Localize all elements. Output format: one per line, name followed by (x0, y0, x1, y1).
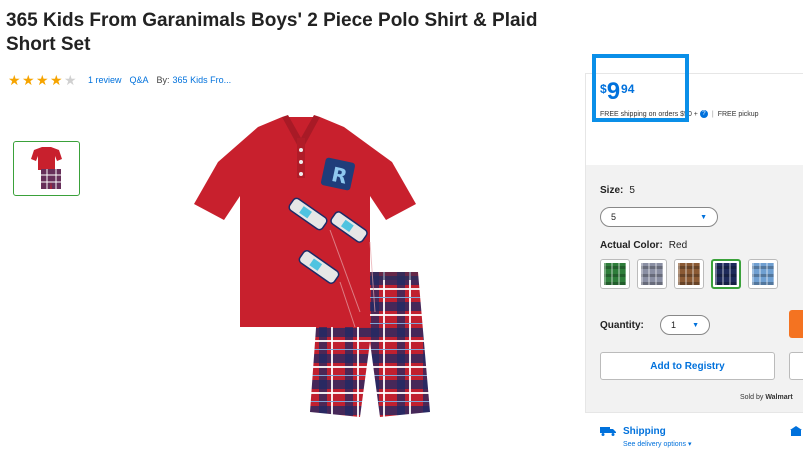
qa-link[interactable]: Q&A (130, 75, 149, 85)
color-label-text: Actual Color: (600, 240, 663, 251)
chevron-down-icon: ▼ (700, 213, 707, 221)
product-title: 365 Kids From Garanimals Boys' 2 Piece P… (6, 10, 538, 55)
shipping-title[interactable]: Shipping (623, 426, 666, 437)
color-value: Red (668, 240, 688, 251)
divider: | (711, 110, 714, 118)
swatch-fill (641, 263, 663, 285)
shipping-row (585, 412, 803, 459)
seller-name: Walmart (765, 394, 793, 401)
sold-by: Sold by Walmart (740, 394, 793, 401)
color-swatch[interactable] (637, 259, 667, 289)
size-label-text: Size: (600, 185, 624, 196)
delivery-options-text: See delivery options (623, 441, 687, 448)
swatch-fill (604, 263, 626, 285)
truck-icon (600, 427, 616, 436)
size-value: 5 (629, 185, 635, 196)
size-dropdown[interactable]: 5 ▼ (600, 207, 718, 227)
star-icon: ★ (36, 72, 49, 88)
size-label: Size: 5 (600, 185, 635, 196)
swatch-fill (752, 263, 774, 285)
reviews-link[interactable]: 1 review (88, 75, 122, 85)
color-swatch[interactable] (748, 259, 778, 289)
by-label: By: (156, 75, 170, 85)
add-to-registry-button[interactable]: Add to Registry (600, 352, 775, 380)
size-selected-value: 5 (611, 212, 617, 222)
color-swatch[interactable] (600, 259, 630, 289)
quantity-label: Quantity: (600, 320, 644, 331)
store-icon (790, 426, 802, 436)
add-to-cart-button[interactable] (789, 310, 803, 338)
star-icon: ★ (50, 72, 63, 88)
free-pickup-text: FREE pickup (717, 110, 759, 118)
add-to-list-button[interactable] (789, 352, 803, 380)
color-swatch[interactable] (674, 259, 704, 289)
rating-stars[interactable]: ★ ★ ★ ★ ★ (8, 73, 78, 87)
product-main-image: R (194, 115, 430, 417)
product-thumbnail[interactable] (13, 141, 80, 196)
color-swatches (600, 259, 785, 289)
thumbnail-outfit-image (31, 147, 62, 189)
swatch-fill (678, 263, 700, 285)
price-highlight-box (592, 54, 689, 122)
star-icon: ★ (8, 72, 21, 88)
chevron-down-icon: ▾ (688, 441, 692, 448)
star-empty-icon: ★ (64, 72, 77, 88)
color-swatch[interactable] (711, 259, 741, 289)
color-label: Actual Color: Red (600, 240, 687, 251)
product-meta-row: ★ ★ ★ ★ ★ 1 review Q&A By: 365 Kids Fro.… (8, 73, 231, 87)
quantity-value: 1 (671, 320, 677, 330)
sold-by-label: Sold by (740, 394, 764, 401)
swatch-fill (715, 263, 737, 285)
info-icon[interactable]: ? (699, 110, 708, 118)
delivery-options-link[interactable]: See delivery options ▾ (623, 440, 692, 448)
brand-link[interactable]: 365 Kids Fro... (173, 75, 232, 85)
quantity-dropdown[interactable]: 1 ▼ (660, 315, 710, 335)
star-icon: ★ (22, 72, 35, 88)
chevron-down-icon: ▼ (692, 321, 699, 329)
